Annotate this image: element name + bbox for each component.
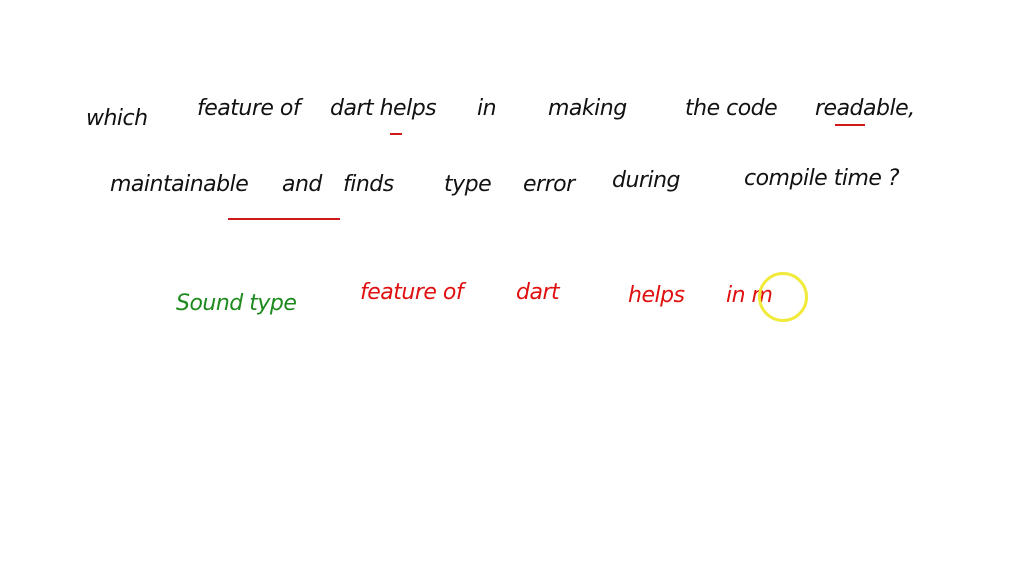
question-word: readable, xyxy=(815,96,915,121)
answer-red-word: dart xyxy=(516,280,560,305)
answer-red-word: feature of xyxy=(360,280,464,305)
underline-mark xyxy=(390,133,402,135)
question-word: the code xyxy=(685,96,778,121)
question-word: feature of xyxy=(197,96,301,121)
pen-cursor-highlight-icon xyxy=(758,272,808,322)
question-word: which xyxy=(86,106,148,131)
question-word: in xyxy=(477,96,497,121)
answer-green-text: Sound type xyxy=(176,291,297,316)
question-word: making xyxy=(548,96,627,121)
question-word: dart helps xyxy=(330,96,437,121)
underline-mark xyxy=(835,124,865,126)
question-word: finds xyxy=(343,172,394,197)
question-word: type xyxy=(444,172,492,197)
question-word: and xyxy=(282,172,322,197)
underline-mark xyxy=(228,218,340,220)
question-word: error xyxy=(523,172,575,197)
question-word: compile time ? xyxy=(744,166,900,191)
question-word: maintainable xyxy=(110,172,249,197)
answer-red-word: helps xyxy=(628,283,685,308)
question-word: during xyxy=(612,168,680,193)
